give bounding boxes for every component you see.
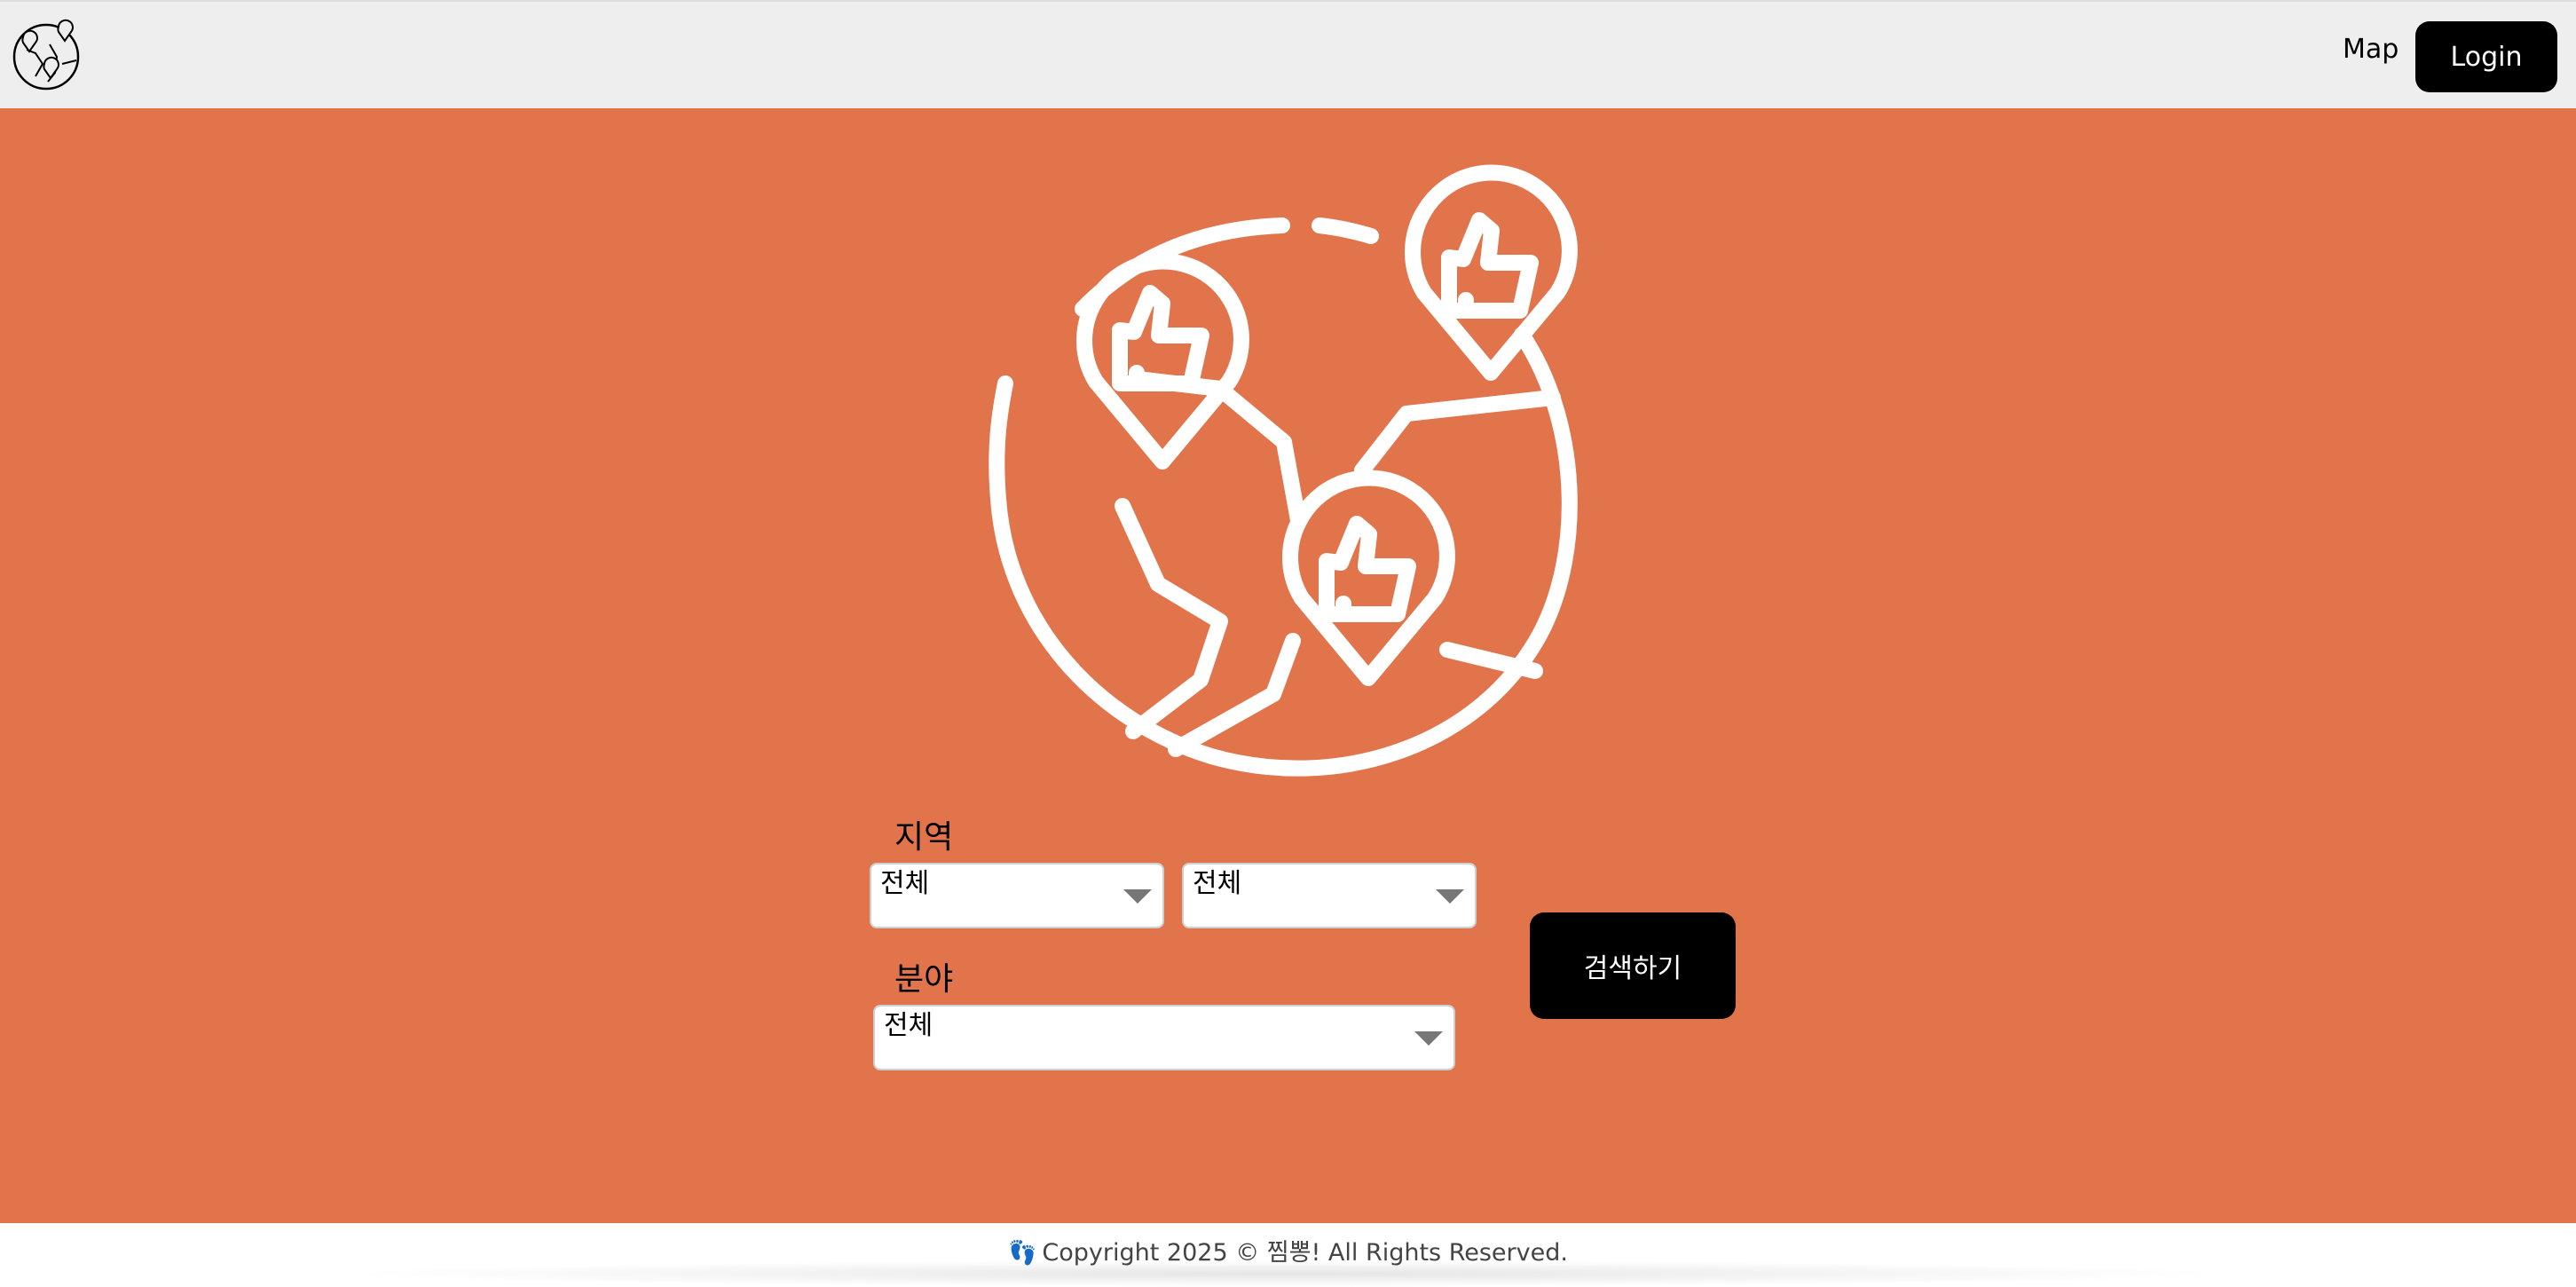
field-label: 분야 [894, 961, 954, 998]
footer-copyright: 👣 Copyright 2025 © 찜뽕! All Rights Reserve… [0, 1236, 2576, 1271]
region-select-1[interactable]: 전체 [870, 863, 1164, 928]
nav-map-link[interactable]: Map [2343, 32, 2399, 67]
field-select[interactable]: 전체 [873, 1005, 1455, 1070]
chevron-down-icon [1436, 889, 1464, 904]
globe-pins-logo-icon[interactable] [9, 18, 83, 92]
login-button[interactable]: Login [2415, 21, 2557, 92]
region-label: 지역 [894, 819, 954, 856]
footer-copyright-text: Copyright 2025 © 찜뽕! All Rights Reserved… [1042, 1239, 1568, 1267]
chevron-down-icon [1123, 889, 1152, 904]
region-select-2-value: 전체 [1193, 868, 1242, 899]
field-select-value: 전체 [884, 1010, 934, 1041]
footprints-icon: 👣 [1008, 1240, 1037, 1267]
footer: 👣 Copyright 2025 © 찜뽕! All Rights Reserve… [0, 1223, 2576, 1287]
top-header: Map Login [0, 0, 2576, 108]
globe-thumbs-up-pins-icon [989, 164, 1578, 777]
search-button[interactable]: 검색하기 [1530, 912, 1736, 1019]
chevron-down-icon [1414, 1031, 1443, 1046]
region-select-1-value: 전체 [880, 868, 930, 899]
hero-section: 지역 전체 전체 분야 전체 검색하기 [0, 108, 2576, 1223]
region-select-2[interactable]: 전체 [1182, 863, 1477, 928]
